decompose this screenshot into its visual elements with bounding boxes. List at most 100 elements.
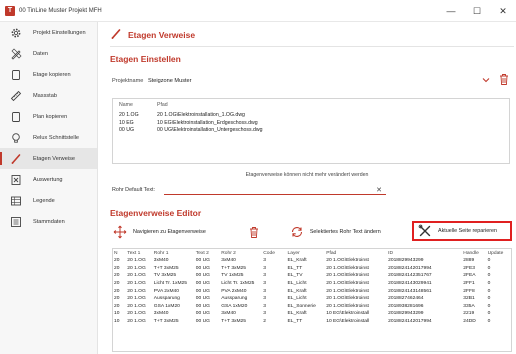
cell-rohr-2: T+T 3xM25 [221, 319, 246, 325]
column-header[interactable]: N [113, 249, 126, 257]
rohr-default-input[interactable] [164, 185, 387, 195]
list-item[interactable]: 20 1.OG 20 1.OG\Elektroinstallation_1.OG.… [119, 112, 503, 119]
cell-code: 2 [263, 319, 266, 325]
table-row[interactable]: 10 20 1.OG 3xM40 00 UG 3xM40 3 EL_Kraft 10 EG\E… [113, 310, 511, 318]
etagen-list[interactable]: Name Pfad 20 1.OG 20 1.OG\Elektroinstalla… [112, 98, 510, 164]
cell-rohr-2: TV 1xM25 [221, 273, 244, 279]
cell-text-2: 00 UG [195, 319, 210, 325]
project-name-label: Projektname [112, 78, 144, 84]
rohr-default-row: Rohr Default Text: ✕ [112, 184, 387, 196]
column-header[interactable]: Rohr 1 [153, 249, 195, 257]
move-arrows-icon [112, 224, 128, 240]
rohr-default-label: Rohr Default Text: [112, 187, 156, 193]
cell-text-1: 20 1.OG [127, 296, 146, 302]
cell-rohr-2: GSA 1xM20 [221, 303, 248, 309]
delete-reference-button[interactable] [246, 221, 267, 243]
column-header[interactable]: Text 2 [195, 249, 220, 257]
main-content: Etagen Verweise Etagen Einstellen Projek… [98, 22, 516, 354]
sidebar-item-daten[interactable]: Daten [0, 43, 97, 64]
cell-rohr-1: PVA 2xM40 [153, 288, 179, 294]
change-text-button-label: Selektiertes Rohr Text ändern [309, 229, 381, 235]
cell-n: 20 [114, 265, 120, 271]
sidebar-item-etagen-verweise[interactable]: Etagen Verweise [0, 148, 97, 169]
table-row[interactable]: 10 20 1.OG T+T 3xM25 00 UG T+T 3xM25 2 EL_TT 10… [113, 318, 511, 326]
cell-text-2: 00 UG [195, 273, 210, 279]
navigate-button[interactable]: Navigieren zu Etagenverweise [112, 221, 206, 243]
cell-layer: EL_Kraft [287, 288, 307, 294]
cell-pfad: 20 1.OG\Elektroinst [326, 288, 369, 294]
change-text-button[interactable]: Selektiertes Rohr Text ändern [289, 221, 381, 243]
cell-handle: 2FE3 [463, 265, 475, 271]
table-row[interactable]: 20 20 1.OG PVA 2xM40 00 UG PVA 2xM40 3 EL_Kraf… [113, 287, 511, 295]
sidebar-item-relux-schnittstelle[interactable]: Relux Schnittstelle [0, 127, 97, 148]
list-item[interactable]: 00 UG 00 UG\Elektroinstallation_Untergesc… [119, 127, 503, 134]
maximize-button[interactable]: ☐ [464, 0, 490, 22]
cell-rohr-2: Aussparung [221, 296, 248, 302]
table-row[interactable]: 20 20 1.OG Aussparung 00 UG Aussparung 3 EL_Li… [113, 295, 511, 303]
column-header[interactable]: Code [262, 249, 286, 257]
column-header[interactable]: Pfad [325, 249, 387, 257]
list-item[interactable]: 10 EG 10 EG\Elektroinstallation_Erdgescho… [119, 120, 503, 127]
cell-update: 0 [487, 265, 491, 271]
document-icon [9, 110, 23, 124]
sidebar-item-label: Legende [33, 197, 55, 204]
cell-handle: 2FF8 [463, 288, 475, 294]
cell-handle: 2219 [463, 311, 475, 317]
sidebar-item-projekt-einstellungen[interactable]: Projekt Einstellungen [0, 22, 97, 43]
sidebar-item-plan-kopieren[interactable]: Plan kopieren [0, 106, 97, 127]
cell-text-2: 00 UG [195, 296, 210, 302]
cell-text-2: 00 UG [195, 265, 210, 271]
cell-text-1: 20 1.OG [127, 303, 146, 309]
cell-rohr-1: T+T 3xM25 [153, 319, 179, 325]
column-header[interactable]: Rohr 2 [220, 249, 262, 257]
cell-id: 2018827462464 [388, 296, 424, 302]
references-table: N Text 1 Rohr 1 Text 2 Rohr 2 Code Layer… [112, 248, 512, 352]
column-header[interactable]: Handle [462, 249, 486, 257]
column-header[interactable]: Layer [287, 249, 326, 257]
cell-code: 3 [263, 288, 266, 294]
section-title-etagen-einstellen: Etagen Einstellen [110, 54, 181, 64]
cell-update: 0 [487, 303, 491, 309]
table-row[interactable]: 20 20 1.OG TV 3xM25 00 UG TV 1xM25 3 EL_TV 20 1… [113, 272, 511, 280]
cell-id: 2018938281696 [388, 303, 424, 309]
cell-id: 2018824143029941 [388, 281, 432, 287]
sidebar-item-auswertung[interactable]: Auswertung [0, 169, 97, 190]
etage-pfad: 00 UG\Elektroinstallation_Untergeschoss.… [157, 127, 263, 134]
cell-code: 3 [263, 265, 266, 271]
cell-id: 2018824142351767 [388, 273, 432, 279]
cell-rohr-1: T+T 3xM25 [153, 265, 179, 271]
chevron-down-icon[interactable] [481, 75, 491, 87]
cell-text-2: 00 UG [195, 281, 210, 287]
cell-layer: EL_Kraft [287, 258, 307, 264]
ruler-icon [9, 89, 23, 103]
delete-project-button[interactable] [498, 73, 510, 88]
project-name-select[interactable]: Steigzone Muster [148, 78, 192, 84]
legend-icon [9, 194, 23, 208]
cell-handle: 24DD [463, 319, 476, 325]
sidebar-item-legende[interactable]: Legende [0, 190, 97, 211]
minimize-button[interactable]: — [438, 0, 464, 22]
table-row[interactable]: 20 20 1.OG Licht Tr. 1xM25 00 UG Licht Tr. 1… [113, 280, 511, 288]
column-header[interactable]: ID [387, 249, 462, 257]
clear-icon[interactable]: ✕ [376, 186, 382, 194]
cell-pfad: 20 1.OG\Elektroinst [326, 296, 369, 302]
cell-text-2: 00 UG [195, 258, 210, 264]
close-button[interactable]: ✕ [490, 0, 516, 22]
section-title-editor: Etagenverweise Editor [110, 208, 202, 218]
column-header[interactable]: Update [487, 249, 511, 257]
sidebar-item-stammdaten[interactable]: Stammdaten [0, 211, 97, 232]
sidebar-item-etage-kopieren[interactable]: Etage kopieren [0, 64, 97, 85]
cell-rohr-2: PVA 2xM40 [221, 288, 247, 294]
column-header[interactable]: Text 1 [126, 249, 153, 257]
table-row[interactable]: 20 20 1.OG GSA 1xM20 00 UG GSA 1xM20 3 EL_Sonn… [113, 303, 511, 311]
trash-icon [246, 224, 262, 240]
sidebar-item-massstab[interactable]: Massstab [0, 85, 97, 106]
table-row[interactable]: 20 20 1.OG T+T 3xM25 00 UG T+T 3xM25 3 EL_TT 20… [113, 265, 511, 273]
sidebar-item-label: Stammdaten [33, 218, 65, 225]
repair-page-button[interactable]: Aktuelle Seite reparieren [412, 221, 512, 241]
cell-rohr-1: Licht Tr. 1xM25 [153, 281, 187, 287]
cell-n: 20 [114, 281, 120, 287]
window-controls: — ☐ ✕ [438, 0, 516, 22]
table-row[interactable]: 20 20 1.OG 3xM40 00 UG 3xM40 3 EL_Kraft 20 1.OG… [113, 257, 511, 265]
cell-layer: EL_TV [287, 273, 303, 279]
